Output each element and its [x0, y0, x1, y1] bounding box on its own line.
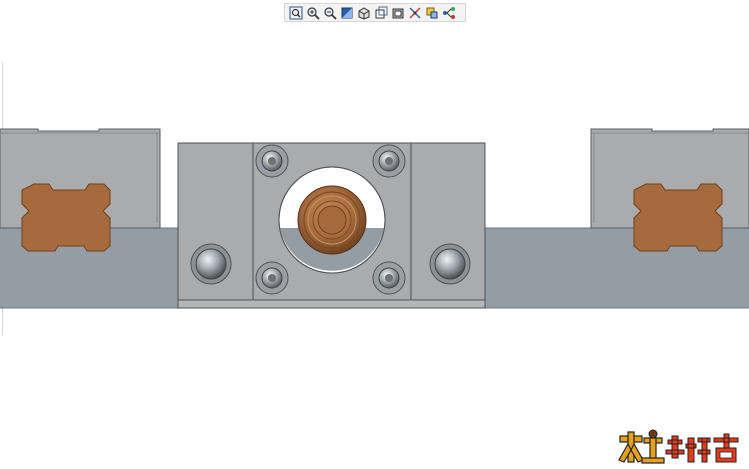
- view-orientation-icon: [341, 7, 353, 18]
- zoom-fit-icon: [289, 5, 303, 20]
- appearance-button[interactable]: [424, 5, 440, 21]
- section-view-button[interactable]: [390, 5, 406, 21]
- left-bronze-rail-profile: [21, 183, 111, 252]
- mounting-hole-right: [429, 243, 471, 285]
- bronze-nut: [297, 185, 367, 255]
- view-orientation-button[interactable]: [339, 5, 355, 21]
- view-manager-button[interactable]: [441, 5, 457, 21]
- zoom-fit-button[interactable]: [288, 5, 304, 21]
- right-bronze-rail-profile: [633, 183, 723, 252]
- cap-screw-bottom-right: [372, 261, 406, 295]
- saved-views-button[interactable]: [373, 5, 389, 21]
- woodworker-logo-icon: [618, 429, 665, 464]
- view-toolbar: [284, 3, 466, 22]
- zoom-in-button[interactable]: [305, 5, 321, 21]
- section-view-icon: [392, 8, 404, 18]
- watermark-text: [665, 433, 739, 463]
- display-style-button[interactable]: [356, 5, 372, 21]
- datum-display-icon: [409, 7, 421, 18]
- watermark-logo: [618, 429, 739, 464]
- view-manager-icon: [443, 6, 455, 19]
- mounting-hole-left: [190, 243, 232, 285]
- zoom-in-icon: [307, 6, 320, 20]
- appearance-icon: [426, 7, 438, 18]
- zoom-out-button[interactable]: [322, 5, 338, 21]
- cap-screw-top-left: [255, 144, 289, 178]
- zoom-out-icon: [324, 6, 337, 20]
- cap-screw-top-right: [372, 144, 406, 178]
- saved-views-icon: [375, 6, 388, 18]
- display-style-icon: [358, 6, 370, 20]
- cap-screw-bottom-left: [255, 261, 289, 295]
- model-viewport[interactable]: [0, 24, 749, 469]
- datum-display-button[interactable]: [407, 5, 423, 21]
